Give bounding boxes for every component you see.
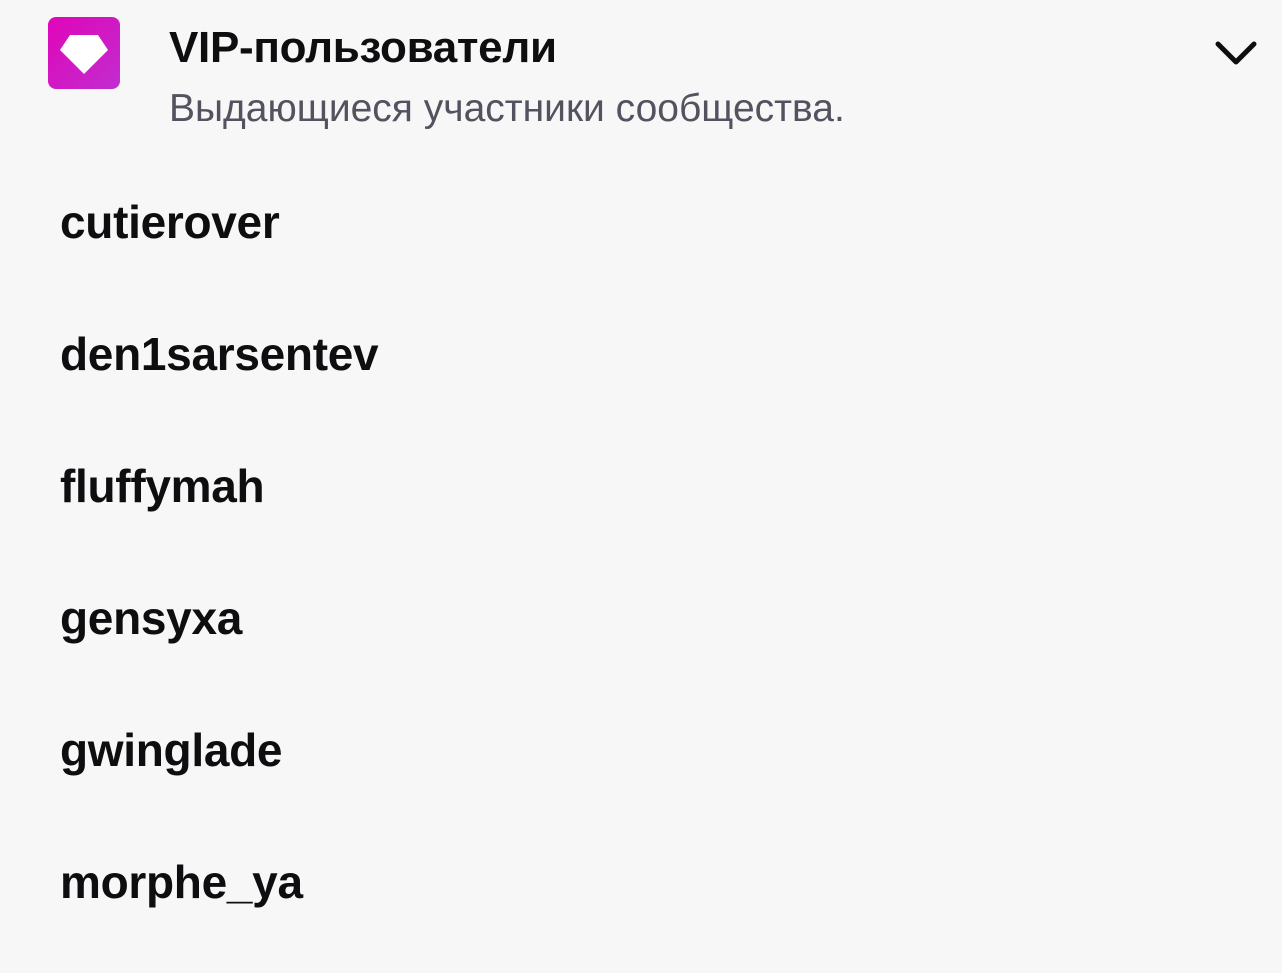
vip-diamond-icon	[48, 17, 120, 89]
vip-user-item[interactable]: gensyxa	[0, 552, 1282, 684]
section-title: VIP-пользователи	[169, 23, 557, 72]
vip-user-item[interactable]: morphe_ya	[0, 816, 1282, 948]
section-subtitle: Выдающиеся участники сообщества.	[169, 87, 845, 130]
vip-username[interactable]: morphe_ya	[60, 856, 303, 908]
vip-user-item[interactable]: cutierover	[0, 156, 1282, 288]
chevron-down-icon[interactable]	[1212, 36, 1260, 70]
vip-section-header[interactable]: VIP-пользователи Выдающиеся участники со…	[0, 0, 1282, 150]
vip-username[interactable]: gwinglade	[60, 724, 283, 776]
vip-user-item[interactable]: fluffymah	[0, 420, 1282, 552]
vip-username[interactable]: den1sarsentev	[60, 328, 379, 380]
vip-username[interactable]: cutierover	[60, 196, 280, 248]
vip-user-item[interactable]: den1sarsentev	[0, 288, 1282, 420]
vip-username[interactable]: fluffymah	[60, 460, 265, 512]
vip-username[interactable]: gensyxa	[60, 592, 242, 644]
vip-user-list: cutierover den1sarsentev fluffymah gensy…	[0, 156, 1282, 948]
vip-user-item[interactable]: gwinglade	[0, 684, 1282, 816]
